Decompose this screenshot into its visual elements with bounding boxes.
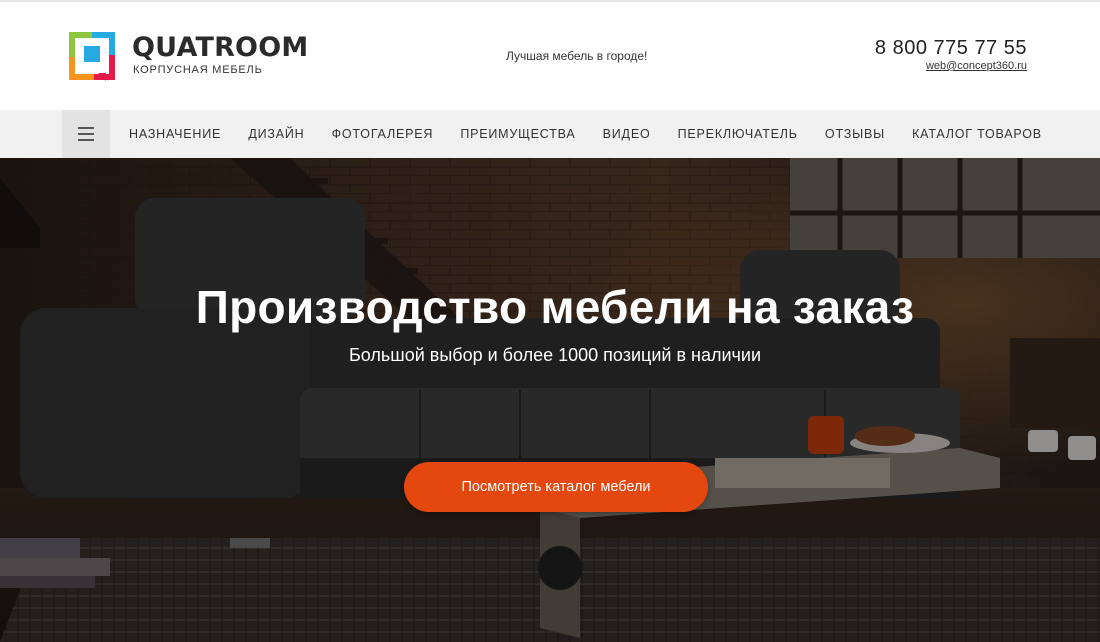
nav-item-preimushchestva[interactable]: ПРЕИМУЩЕСТВА xyxy=(460,127,575,141)
hero-background-image xyxy=(0,158,1100,642)
quatroom-logo-icon xyxy=(69,32,115,81)
nav-item-pereklyuchatel[interactable]: ПЕРЕКЛЮЧАТЕЛЬ xyxy=(678,127,798,141)
hero-section: Производство мебели на заказ Большой выб… xyxy=(0,158,1100,642)
nav-item-fotogalereya[interactable]: ФОТОГАЛЕРЕЯ xyxy=(332,127,434,141)
main-nav: НАЗНАЧЕНИЕ ДИЗАЙН ФОТОГАЛЕРЕЯ ПРЕИМУЩЕСТ… xyxy=(0,110,1100,158)
email-link[interactable]: web@concept360.ru xyxy=(926,60,1027,72)
logo-name: QUATROOM xyxy=(132,32,309,63)
nav-item-dizain[interactable]: ДИЗАЙН xyxy=(248,127,304,141)
site-header: QUATROOM КОРПУСНАЯ МЕБЕЛЬ Лучшая мебель … xyxy=(0,0,1100,110)
logo-subtitle: КОРПУСНАЯ МЕБЕЛЬ xyxy=(133,64,263,76)
nav-item-video[interactable]: ВИДЕО xyxy=(603,127,651,141)
hamburger-icon-line xyxy=(78,127,94,129)
logo[interactable]: QUATROOM КОРПУСНАЯ МЕБЕЛЬ xyxy=(68,31,318,81)
phone-link[interactable]: 8 800 775 77 55 xyxy=(875,37,1027,60)
nav-item-naznachenie[interactable]: НАЗНАЧЕНИЕ xyxy=(129,127,221,141)
nav-item-otzyvy[interactable]: ОТЗЫВЫ xyxy=(825,127,885,141)
catalog-cta-button[interactable]: Посмотреть каталог мебели xyxy=(404,462,708,512)
hero-title: Производство мебели на заказ xyxy=(195,281,915,333)
menu-button[interactable] xyxy=(62,110,110,158)
tagline: Лучшая мебель в городе! xyxy=(506,49,648,63)
hero-subtitle: Большой выбор и более 1000 позиций в нал… xyxy=(348,345,762,365)
nav-menu: НАЗНАЧЕНИЕ ДИЗАЙН ФОТОГАЛЕРЕЯ ПРЕИМУЩЕСТ… xyxy=(112,110,1052,158)
nav-item-katalog[interactable]: КАТАЛОГ ТОВАРОВ xyxy=(912,127,1042,141)
hamburger-icon-line xyxy=(78,139,94,141)
hamburger-icon-line xyxy=(78,133,94,135)
